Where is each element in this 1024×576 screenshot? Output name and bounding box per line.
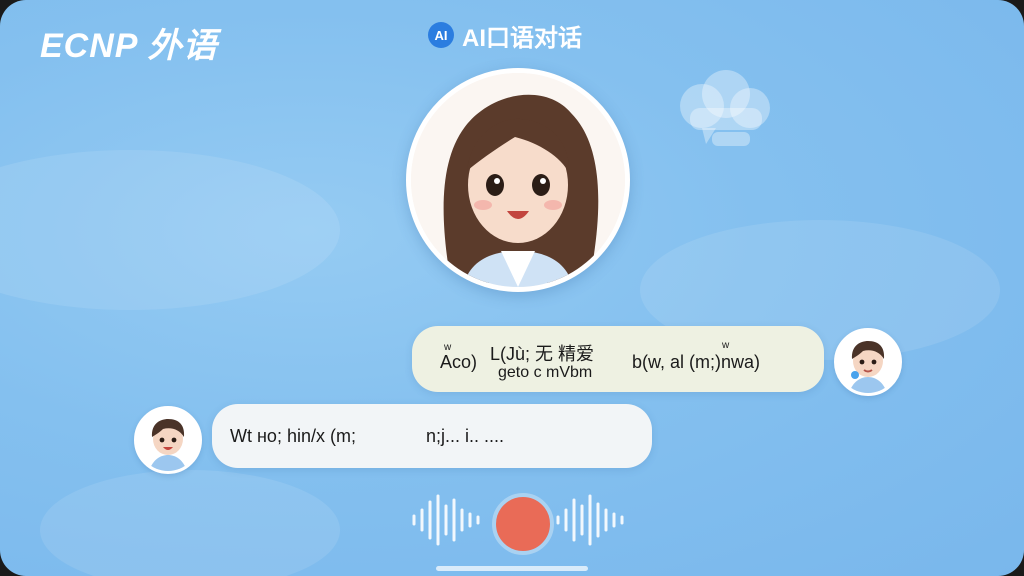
sound-wave-icon [556,494,624,546]
page-title-text: AI口语对话 [462,24,582,52]
background-cloud [40,470,340,576]
message-text: Wt нo; hin/x (m; [230,426,356,446]
cloud-chat-icon [680,70,770,146]
home-indicator[interactable] [436,566,588,571]
tutor-illustration [411,73,625,287]
assistant-avatar[interactable] [134,406,202,474]
page-title: AI AI口语对话 [428,20,582,52]
user-message-bubble[interactable]: w Aco) L(Jù; 无 精爱 ɡeto c mVbm w b(w, al … [412,326,824,392]
message-text: ɡeto c mVbm [498,364,593,381]
ai-tutor-avatar[interactable] [406,68,630,292]
app-logo: ECNP 外语 [40,27,218,65]
app-screen: ECNP 外语 AI AI口语对话 w Aco) L(Jù; 无 精爱 ɡeto… [0,0,1024,576]
message-text: n;j... i.. .... [426,426,505,446]
boy-avatar-icon [137,409,199,471]
user-avatar[interactable] [834,328,902,396]
background-cloud [0,150,340,310]
superscript-text: w [722,340,730,351]
boy-avatar-icon [837,331,899,393]
message-text: L(Jù; 无 精爱 [490,344,595,364]
assistant-message-bubble[interactable]: Wt нo; hin/x (m; n;j... i.. .... [212,404,652,468]
ai-icon: AI [428,22,454,48]
record-button[interactable] [492,493,554,555]
sound-wave-icon [412,494,480,546]
message-text: b(w, al (m;)nwa) [632,352,761,372]
message-text: Aco) [440,352,478,372]
